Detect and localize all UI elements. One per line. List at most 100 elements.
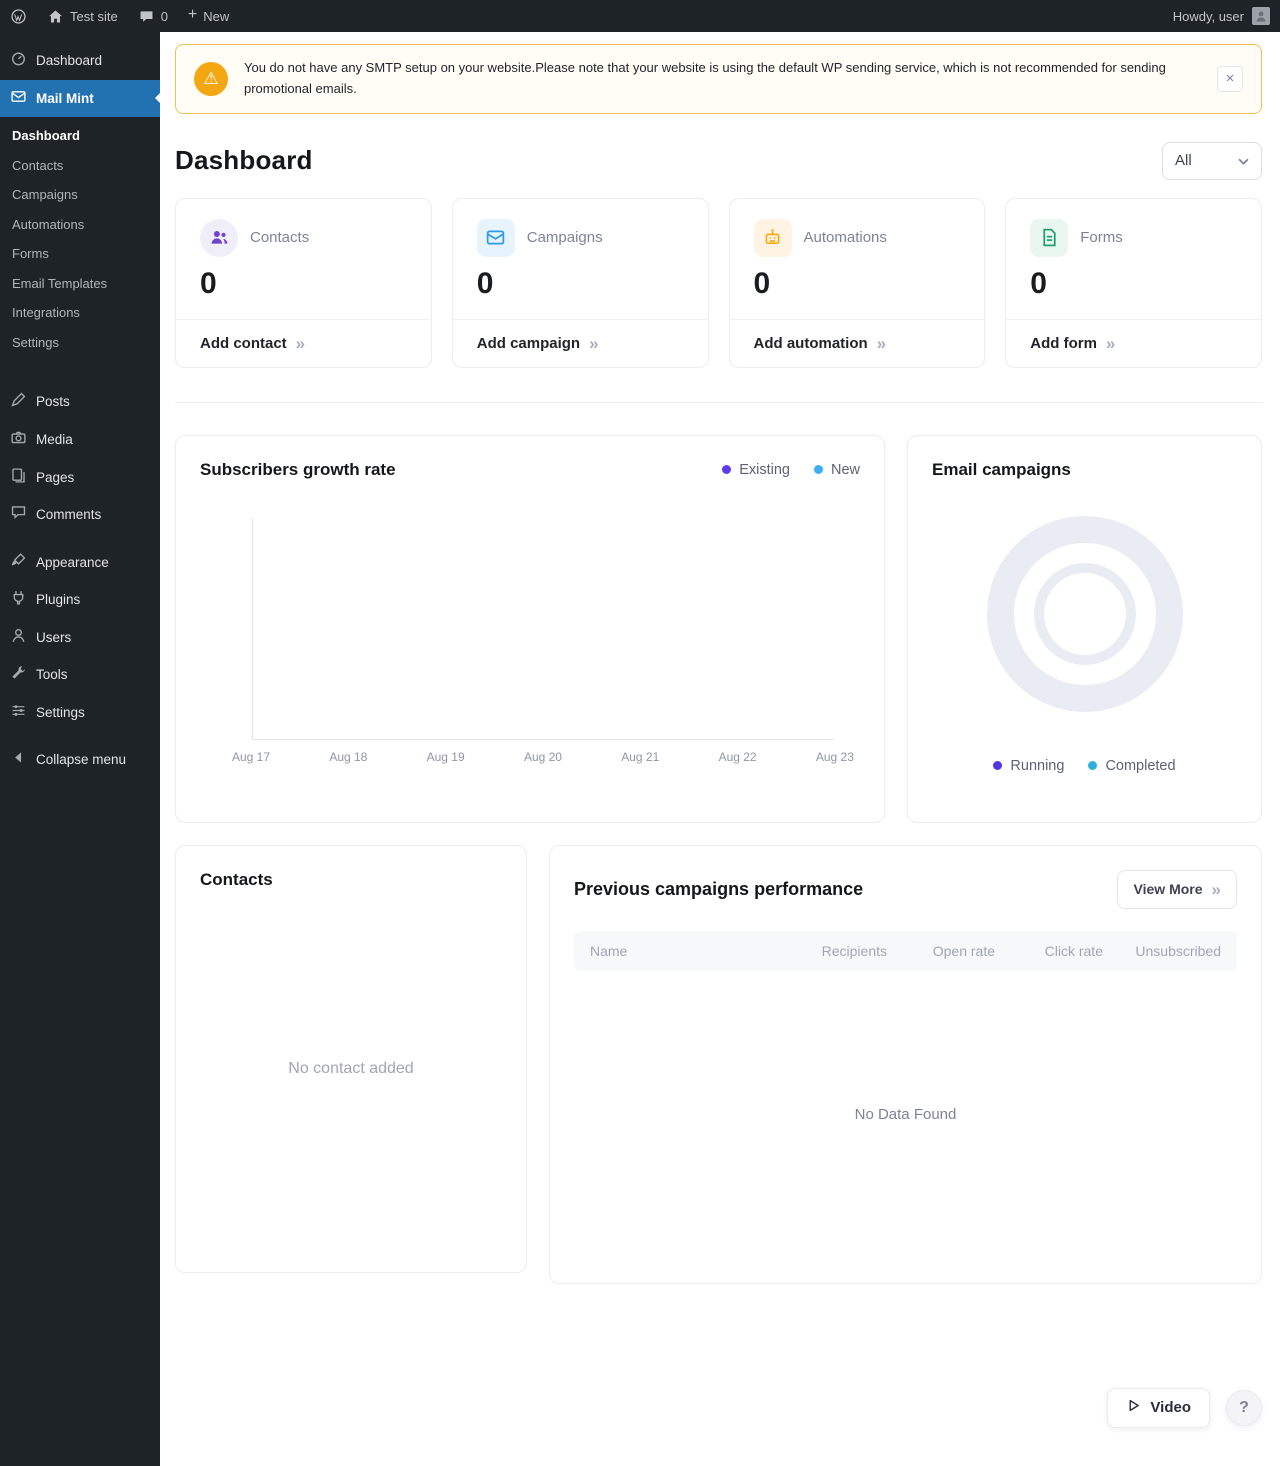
submenu-item-forms[interactable]: Forms bbox=[0, 239, 160, 269]
sidebar-item-users[interactable]: Users bbox=[0, 619, 160, 657]
footer-actions: Video ? bbox=[175, 1387, 1262, 1428]
admin-sidebar: Dashboard Mail Mint Dashboard Contacts C… bbox=[0, 32, 160, 1466]
sidebar-item-plugins[interactable]: Plugins bbox=[0, 581, 160, 619]
submenu-item-dashboard[interactable]: Dashboard bbox=[0, 121, 160, 151]
x-tick-label: Aug 23 bbox=[815, 749, 854, 764]
add-contact-button[interactable]: Add contact » bbox=[176, 318, 431, 367]
stat-card-body: Campaigns 0 bbox=[453, 199, 708, 319]
avatar bbox=[1252, 7, 1270, 25]
warning-icon: ⚠ bbox=[194, 61, 228, 96]
double-chevron-icon: » bbox=[589, 333, 599, 353]
contacts-panel-title: Contacts bbox=[200, 869, 273, 889]
charts-row: Subscribers growth rate Existing New Aug… bbox=[175, 434, 1262, 823]
legend-label: Completed bbox=[1105, 757, 1176, 774]
menu-separator bbox=[0, 731, 160, 741]
mail-icon bbox=[10, 88, 27, 110]
submenu-item-settings[interactable]: Settings bbox=[0, 328, 160, 358]
submenu-item-automations[interactable]: Automations bbox=[0, 210, 160, 240]
stat-label: Forms bbox=[1080, 229, 1123, 247]
donut-chart-placeholder bbox=[986, 515, 1183, 712]
site-home-link[interactable]: Test site bbox=[37, 0, 128, 32]
stat-value: 0 bbox=[200, 266, 217, 300]
video-button[interactable]: Video bbox=[1107, 1387, 1210, 1428]
section-divider bbox=[175, 401, 1262, 403]
column-header-recipients: Recipients bbox=[821, 942, 887, 959]
x-tick-label: Aug 20 bbox=[523, 749, 562, 764]
stat-card-automations: Automations 0 Add automation » bbox=[728, 197, 986, 368]
sidebar-item-label: Settings bbox=[36, 704, 85, 720]
sidebar-item-label: Comments bbox=[36, 507, 102, 523]
column-header-open-rate: Open rate bbox=[932, 942, 995, 959]
running-dot-icon bbox=[993, 761, 1003, 771]
pages-icon bbox=[10, 467, 27, 489]
contacts-icon bbox=[200, 218, 238, 257]
sliders-icon bbox=[10, 702, 27, 724]
new-content-button[interactable]: + New bbox=[178, 0, 239, 32]
stat-value: 0 bbox=[1030, 266, 1047, 300]
add-automation-button[interactable]: Add automation » bbox=[729, 318, 985, 367]
main-content: ⚠ You do not have any SMTP setup on your… bbox=[160, 0, 1280, 1456]
stat-value: 0 bbox=[476, 266, 494, 300]
new-label: New bbox=[203, 8, 230, 24]
sidebar-item-tools[interactable]: Tools bbox=[0, 656, 160, 694]
submenu-item-integrations[interactable]: Integrations bbox=[0, 298, 160, 328]
submenu-item-campaigns[interactable]: Campaigns bbox=[0, 180, 160, 210]
stat-card-body: Forms 0 bbox=[1006, 199, 1261, 319]
sidebar-item-pages[interactable]: Pages bbox=[0, 459, 160, 497]
previous-campaigns-panel: Previous campaigns performance View More… bbox=[549, 844, 1262, 1284]
sidebar-item-comments[interactable]: Comments bbox=[0, 496, 160, 534]
stat-action-label: Add form bbox=[1030, 334, 1097, 352]
bottom-row: Contacts No contact added Previous campa… bbox=[175, 844, 1262, 1284]
brush-icon bbox=[10, 552, 27, 574]
wrench-icon bbox=[10, 664, 27, 686]
comments-icon bbox=[10, 504, 27, 526]
filter-selected-value: All bbox=[1175, 152, 1192, 170]
subscribers-growth-card: Subscribers growth rate Existing New Aug… bbox=[175, 434, 885, 823]
previous-campaigns-title: Previous campaigns performance bbox=[574, 878, 864, 899]
plug-icon bbox=[10, 589, 27, 611]
add-campaign-button[interactable]: Add campaign » bbox=[452, 318, 708, 367]
chevron-down-icon bbox=[1238, 152, 1249, 169]
comments-count: 0 bbox=[160, 8, 168, 24]
sidebar-item-media[interactable]: Media bbox=[0, 421, 160, 459]
submenu-item-email-templates[interactable]: Email Templates bbox=[0, 269, 160, 299]
camera-icon bbox=[10, 429, 27, 451]
stat-card-contacts: Contacts 0 Add contact » bbox=[175, 197, 432, 368]
dashboard-icon bbox=[10, 50, 27, 72]
x-tick-label: Aug 22 bbox=[718, 749, 757, 764]
sidebar-item-label: Posts bbox=[36, 394, 70, 410]
submenu-item-contacts[interactable]: Contacts bbox=[0, 151, 160, 181]
legend-label: Existing bbox=[739, 461, 790, 478]
site-name: Test site bbox=[70, 8, 118, 24]
comment-bubble-icon bbox=[138, 8, 155, 25]
account-menu[interactable]: Howdy, user bbox=[1163, 0, 1280, 32]
x-tick-label: Aug 21 bbox=[621, 749, 660, 764]
campaigns-icon bbox=[476, 218, 515, 257]
stat-label: Contacts bbox=[250, 229, 310, 247]
stat-label: Campaigns bbox=[526, 229, 603, 247]
automations-icon bbox=[753, 218, 792, 257]
sidebar-item-settings[interactable]: Settings bbox=[0, 694, 160, 732]
wordpress-logo-icon[interactable] bbox=[0, 0, 37, 32]
existing-dot-icon bbox=[722, 465, 732, 475]
close-icon[interactable]: × bbox=[1217, 65, 1243, 92]
view-more-button[interactable]: View More » bbox=[1116, 869, 1237, 909]
email-campaigns-legend: Running Completed bbox=[993, 757, 1176, 780]
stat-value: 0 bbox=[753, 266, 771, 300]
play-icon bbox=[1126, 1398, 1141, 1417]
stat-card-body: Contacts 0 bbox=[176, 199, 431, 319]
stat-card-forms: Forms 0 Add form » bbox=[1005, 197, 1262, 368]
comments-indicator[interactable]: 0 bbox=[128, 0, 178, 32]
sidebar-item-collapse-menu[interactable]: Collapse menu bbox=[0, 741, 160, 779]
sidebar-item-dashboard[interactable]: Dashboard bbox=[0, 42, 160, 80]
help-button[interactable]: ? bbox=[1226, 1389, 1262, 1426]
filter-select[interactable]: All bbox=[1162, 141, 1262, 180]
sidebar-item-label: Collapse menu bbox=[36, 752, 127, 768]
donut-inner-ring bbox=[1033, 562, 1136, 665]
sidebar-item-mail-mint[interactable]: Mail Mint bbox=[0, 79, 160, 118]
sidebar-item-posts[interactable]: Posts bbox=[0, 383, 160, 421]
sidebar-item-appearance[interactable]: Appearance bbox=[0, 544, 160, 582]
menu-separator bbox=[0, 534, 160, 544]
double-chevron-icon: » bbox=[1105, 333, 1116, 353]
add-form-button[interactable]: Add form » bbox=[1006, 318, 1261, 367]
